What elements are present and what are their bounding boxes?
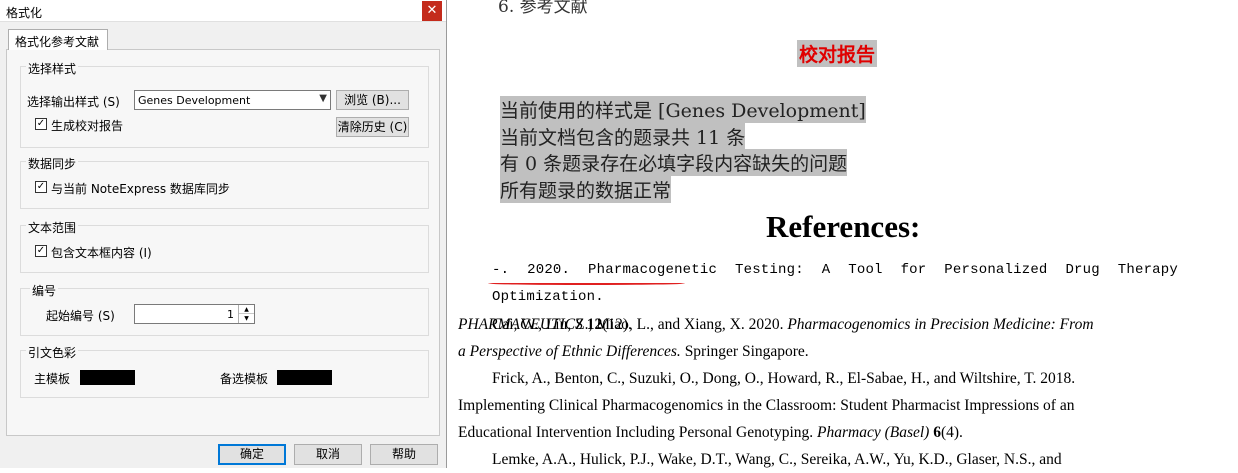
text-range-group-title: 文本范围 [26, 219, 79, 236]
chevron-down-icon: ▼ [319, 93, 327, 104]
format-dialog: 格式化 ✕ 格式化参考文献 选择样式 选择输出样式 (S) Genes Deve… [0, 0, 447, 468]
report-line: 所有题录的数据正常 [500, 176, 672, 203]
start-number-label: 起始编号 (S) [46, 309, 115, 323]
close-icon: ✕ [426, 3, 438, 18]
output-style-select[interactable]: Genes Development ▼ [134, 90, 331, 110]
style-group-title: 选择样式 [26, 60, 79, 77]
numbering-group-title: 编号 [30, 282, 59, 299]
reference-line: Cai, W., Liu, Z., Miao, L., and Xiang, X… [458, 311, 1178, 338]
spin-down-icon[interactable]: ▼ [239, 314, 254, 323]
reference-entry: Cai, W., Liu, Z., Miao, L., and Xiang, X… [458, 311, 1178, 365]
document-area[interactable]: 6. 参考文献 校对报告 当前使用的样式是 [Genes Development… [448, 0, 1238, 468]
spellcheck-underline [488, 282, 685, 285]
spin-buttons: ▲ ▼ [238, 305, 254, 323]
cancel-button[interactable]: 取消 [294, 444, 362, 465]
browse-button[interactable]: 浏览 (B)... [336, 90, 409, 110]
reference-line: a Perspective of Ethnic Differences. Spr… [458, 338, 1178, 365]
report-line: 当前使用的样式是 [Genes Development] [500, 96, 866, 123]
ok-button[interactable]: 确定 [218, 444, 286, 465]
start-number-stepper[interactable]: 1 ▲ ▼ [134, 304, 255, 324]
close-button[interactable]: ✕ [422, 1, 442, 21]
dialog-titlebar: 格式化 ✕ [0, 0, 446, 22]
sync-group-title: 数据同步 [26, 155, 79, 172]
report-line: 有 0 条题录存在必填字段内容缺失的问题 [500, 149, 848, 176]
reference-entry: Lemke, A.A., Hulick, P.J., Wake, D.T., W… [458, 446, 1178, 473]
references-heading: References: [766, 209, 921, 244]
journal-name: Pharmacy (Basel) [817, 424, 930, 441]
help-button[interactable]: 帮助 [370, 444, 438, 465]
previous-section-heading: 6. 参考文献 [498, 0, 588, 17]
include-textbox-label: 包含文本框内容 (I) [51, 246, 152, 260]
start-number-value: 1 [227, 308, 234, 321]
dialog-title: 格式化 [6, 6, 43, 20]
main-template-color-swatch[interactable] [80, 370, 135, 385]
volume: 6 [929, 424, 941, 441]
clear-history-button[interactable]: 清除历史 (C) [336, 117, 409, 137]
reference-line: Implementing Clinical Pharmacogenomics i… [458, 397, 1075, 414]
main-template-label: 主模板 [34, 372, 71, 386]
gen-report-label: 生成校对报告 [51, 119, 124, 133]
sync-checkbox[interactable]: ✓ [35, 181, 47, 193]
gen-report-checkbox[interactable]: ✓ [35, 118, 47, 130]
include-textbox-checkbox[interactable]: ✓ [35, 245, 47, 257]
alt-template-label: 备选模板 [220, 372, 269, 386]
spin-up-icon[interactable]: ▲ [239, 305, 254, 314]
reference-line: Frick, A., Benton, C., Suzuki, O., Dong,… [492, 370, 1076, 387]
issue: (4). [940, 424, 963, 441]
color-group-title: 引文色彩 [26, 344, 79, 361]
output-style-label: 选择输出样式 (S) [27, 95, 120, 109]
sync-label: 与当前 NoteExpress 数据库同步 [51, 182, 230, 196]
reference-entry: Frick, A., Benton, C., Suzuki, O., Dong,… [458, 365, 1178, 446]
publisher: Springer Singapore. [680, 343, 809, 360]
report-title: 校对报告 [797, 40, 878, 67]
reference-line: Educational Intervention Including Perso… [458, 419, 1178, 446]
reference-line: Lemke, A.A., Hulick, P.J., Wake, D.T., W… [492, 451, 1062, 468]
output-style-value: Genes Development [138, 94, 251, 107]
title-cont: Educational Intervention Including Perso… [458, 424, 817, 441]
tab-format-references[interactable]: 格式化参考文献 [8, 29, 108, 50]
book-title: Pharmacogenomics in Precision Medicine: … [787, 316, 1094, 333]
report-line: 当前文档包含的题录共 11 条 [500, 123, 746, 150]
alt-template-color-swatch[interactable] [277, 370, 332, 385]
book-title-cont: a Perspective of Ethnic Differences. [458, 343, 681, 360]
authors: Cai, W., Liu, Z., Miao, L., and Xiang, X… [492, 316, 788, 333]
